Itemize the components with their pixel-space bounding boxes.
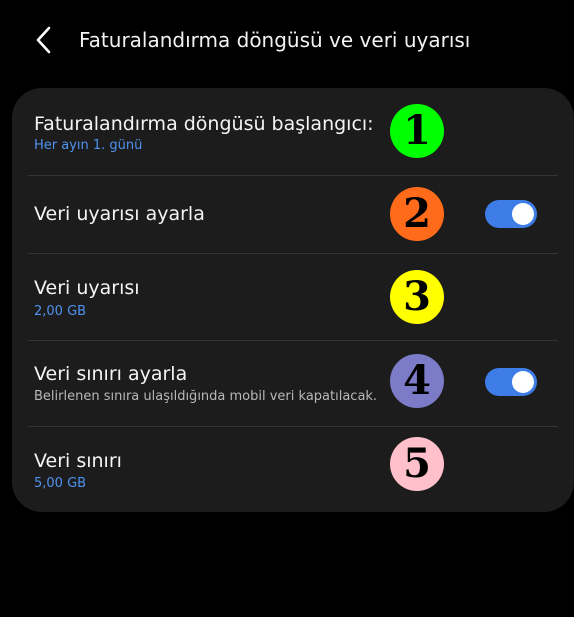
number-badge-2: 2	[390, 187, 444, 241]
data-limit-item[interactable]: Veri sınırı 5,00 GB 5	[12, 427, 574, 512]
page-title: Faturalandırma döngüsü ve veri uyarısı	[79, 28, 471, 52]
data-warning-item[interactable]: Veri uyarısı 2,00 GB 3	[12, 254, 574, 340]
data-limit-title: Veri sınırı	[34, 450, 122, 472]
set-data-limit-title: Veri sınırı ayarla	[34, 363, 188, 385]
billing-cycle-start-item[interactable]: Faturalandırma döngüsü başlangıcı: Her a…	[12, 88, 574, 175]
number-badge-3: 3	[390, 270, 444, 324]
data-limit-toggle[interactable]	[485, 368, 537, 396]
data-limit-value: 5,00 GB	[34, 476, 87, 491]
number-badge-1: 1	[390, 104, 444, 158]
settings-card: Faturalandırma döngüsü başlangıcı: Her a…	[12, 88, 574, 512]
top-app-bar: Faturalandırma döngüsü ve veri uyarısı	[0, 0, 574, 80]
toggle-knob	[512, 371, 534, 393]
set-data-warning-title: Veri uyarısı ayarla	[34, 203, 205, 225]
set-data-warning-item[interactable]: Veri uyarısı ayarla 2	[12, 176, 574, 253]
back-button[interactable]	[28, 24, 60, 56]
number-badge-4: 4	[390, 354, 444, 408]
billing-cycle-start-title: Faturalandırma döngüsü başlangıcı:	[34, 113, 374, 135]
set-data-limit-item[interactable]: Veri sınırı ayarla Belirlenen sınıra ula…	[12, 341, 574, 426]
data-warning-value: 2,00 GB	[34, 304, 87, 319]
number-badge-5: 5	[390, 437, 444, 491]
data-warning-title: Veri uyarısı	[34, 277, 140, 299]
set-data-limit-description: Belirlenen sınıra ulaşıldığında mobil ve…	[34, 389, 378, 404]
billing-cycle-start-value: Her ayın 1. günü	[34, 138, 143, 153]
data-warning-toggle[interactable]	[485, 200, 537, 228]
toggle-knob	[512, 203, 534, 225]
chevron-left-icon	[36, 26, 51, 54]
